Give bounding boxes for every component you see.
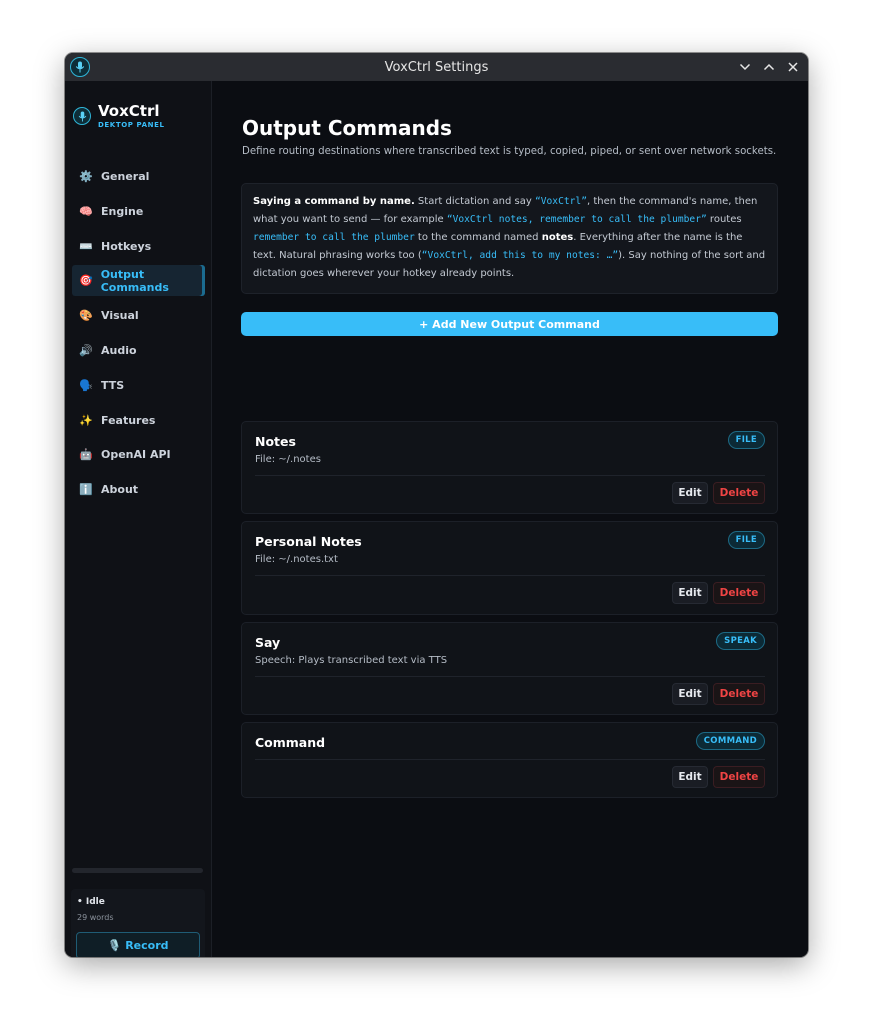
sidebar-item-label: OpenAI API xyxy=(101,448,171,462)
page-title: Output Commands xyxy=(242,116,452,140)
speaker-icon: 🔊 xyxy=(79,343,93,357)
sidebar: VoxCtrl DEKTOP PANEL ⚙️ General 🧠 Engine… xyxy=(65,81,212,957)
info-icon: ℹ️ xyxy=(79,483,93,497)
info-code: remember to call the plumber xyxy=(253,232,415,243)
sidebar-nav: ⚙️ General 🧠 Engine ⌨️ Hotkeys 🎯 Output … xyxy=(72,161,205,509)
command-card: Command COMMAND Edit Delete xyxy=(241,722,778,798)
brain-icon: 🧠 xyxy=(79,204,93,218)
command-type-badge: FILE xyxy=(727,431,765,449)
close-icon xyxy=(788,62,798,72)
status-text: • Idle xyxy=(77,897,105,907)
status-dot-icon: • xyxy=(77,897,86,907)
word-count: 29 words xyxy=(77,913,114,922)
gear-icon: ⚙️ xyxy=(79,170,93,183)
keyboard-icon: ⌨️ xyxy=(79,239,93,253)
info-code: “VoxCtrl, add this to my notes: …” xyxy=(421,250,619,261)
sidebar-item-tts[interactable]: 🗣️ TTS xyxy=(72,370,205,401)
microphone-icon xyxy=(70,57,90,77)
main-content: Output Commands Define routing destinati… xyxy=(213,81,808,957)
palette-icon: 🎨 xyxy=(79,309,93,323)
command-name: Notes xyxy=(255,434,296,449)
status-panel: • Idle 29 words 🎙️ Record xyxy=(71,889,205,957)
info-code: “VoxCtrl notes, remember to call the plu… xyxy=(446,214,707,225)
info-text: routes xyxy=(706,214,742,225)
info-heading: Saying a command by name. xyxy=(253,196,415,207)
info-callout: Saying a command by name. Start dictatio… xyxy=(241,183,778,294)
command-type-badge: SPEAK xyxy=(716,632,765,650)
brand: VoxCtrl DEKTOP PANEL xyxy=(73,103,165,129)
sidebar-item-features[interactable]: ✨ Features xyxy=(72,405,205,436)
add-output-command-button[interactable]: + Add New Output Command xyxy=(241,312,778,336)
title-bar: VoxCtrl Settings xyxy=(65,53,808,81)
sidebar-item-visual[interactable]: 🎨 Visual xyxy=(72,300,205,331)
info-text: to the command named xyxy=(414,232,542,243)
robot-icon: 🤖 xyxy=(79,448,93,462)
close-button[interactable] xyxy=(784,57,802,77)
sidebar-item-label: Visual xyxy=(101,309,139,323)
sidebar-item-engine[interactable]: 🧠 Engine xyxy=(72,196,205,227)
chevron-up-icon xyxy=(763,63,775,71)
minimize-button[interactable] xyxy=(736,57,754,77)
sidebar-item-label: Engine xyxy=(101,204,144,218)
speaking-head-icon: 🗣️ xyxy=(79,378,93,392)
microphone-icon: 🎙️ xyxy=(107,939,122,952)
record-label: Record xyxy=(125,939,169,952)
sidebar-item-about[interactable]: ℹ️ About xyxy=(72,474,205,505)
delete-button[interactable]: Delete xyxy=(713,683,765,705)
sidebar-item-label: Audio xyxy=(101,343,137,357)
command-card: Notes File: ~/.notes FILE Edit Delete xyxy=(241,421,778,514)
brand-subtitle: DEKTOP PANEL xyxy=(98,121,165,129)
command-card: Personal Notes File: ~/.notes.txt FILE E… xyxy=(241,521,778,615)
info-code: “VoxCtrl” xyxy=(534,196,587,207)
sidebar-item-audio[interactable]: 🔊 Audio xyxy=(72,335,205,366)
maximize-button[interactable] xyxy=(760,57,778,77)
sidebar-item-general[interactable]: ⚙️ General xyxy=(72,161,205,192)
card-divider xyxy=(255,475,765,476)
command-name: Say xyxy=(255,635,281,650)
command-detail: File: ~/.notes xyxy=(255,454,321,465)
command-detail: Speech: Plays transcribed text via TTS xyxy=(255,655,448,666)
delete-button[interactable]: Delete xyxy=(713,766,765,788)
sidebar-item-label: Hotkeys xyxy=(101,239,152,253)
card-divider xyxy=(255,676,765,677)
brand-name: VoxCtrl xyxy=(98,102,160,120)
command-type-badge: COMMAND xyxy=(695,732,765,750)
chevron-down-icon xyxy=(739,63,751,71)
delete-button[interactable]: Delete xyxy=(713,482,765,504)
page-description: Define routing destinations where transc… xyxy=(242,146,777,157)
sidebar-item-hotkeys[interactable]: ⌨️ Hotkeys xyxy=(72,231,205,262)
record-button[interactable]: 🎙️ Record xyxy=(76,932,200,957)
sidebar-item-label: About xyxy=(101,483,139,497)
status-state: Idle xyxy=(85,897,105,907)
info-bold: notes xyxy=(541,232,574,243)
info-text: Start dictation and say xyxy=(414,196,535,207)
app-window: VoxCtrl Settings VoxCtrl DEKTOP PANEL ⚙️… xyxy=(65,53,808,957)
sparkles-icon: ✨ xyxy=(79,413,93,427)
sidebar-item-label: Output Commands xyxy=(100,267,169,294)
edit-button[interactable]: Edit xyxy=(672,766,708,788)
sidebar-item-label: General xyxy=(101,170,150,183)
command-type-badge: FILE xyxy=(727,531,765,549)
edit-button[interactable]: Edit xyxy=(672,582,708,604)
edit-button[interactable]: Edit xyxy=(672,482,708,504)
command-name: Command xyxy=(255,735,326,750)
command-name: Personal Notes xyxy=(255,534,362,549)
command-detail: File: ~/.notes.txt xyxy=(255,554,338,565)
delete-button[interactable]: Delete xyxy=(713,582,765,604)
sidebar-item-output-commands[interactable]: 🎯 Output Commands xyxy=(72,265,205,297)
card-divider xyxy=(255,759,765,760)
card-divider xyxy=(255,575,765,576)
target-icon: 🎯 xyxy=(79,274,93,288)
command-card: Say Speech: Plays transcribed text via T… xyxy=(241,622,778,715)
sidebar-item-openai-api[interactable]: 🤖 OpenAI API xyxy=(72,439,205,470)
edit-button[interactable]: Edit xyxy=(672,683,708,705)
sidebar-item-label: Features xyxy=(101,413,156,427)
sidebar-item-label: TTS xyxy=(101,378,125,392)
microphone-icon xyxy=(73,107,91,125)
window-title: VoxCtrl Settings xyxy=(384,59,489,75)
sidebar-scrollbar[interactable] xyxy=(72,868,203,873)
